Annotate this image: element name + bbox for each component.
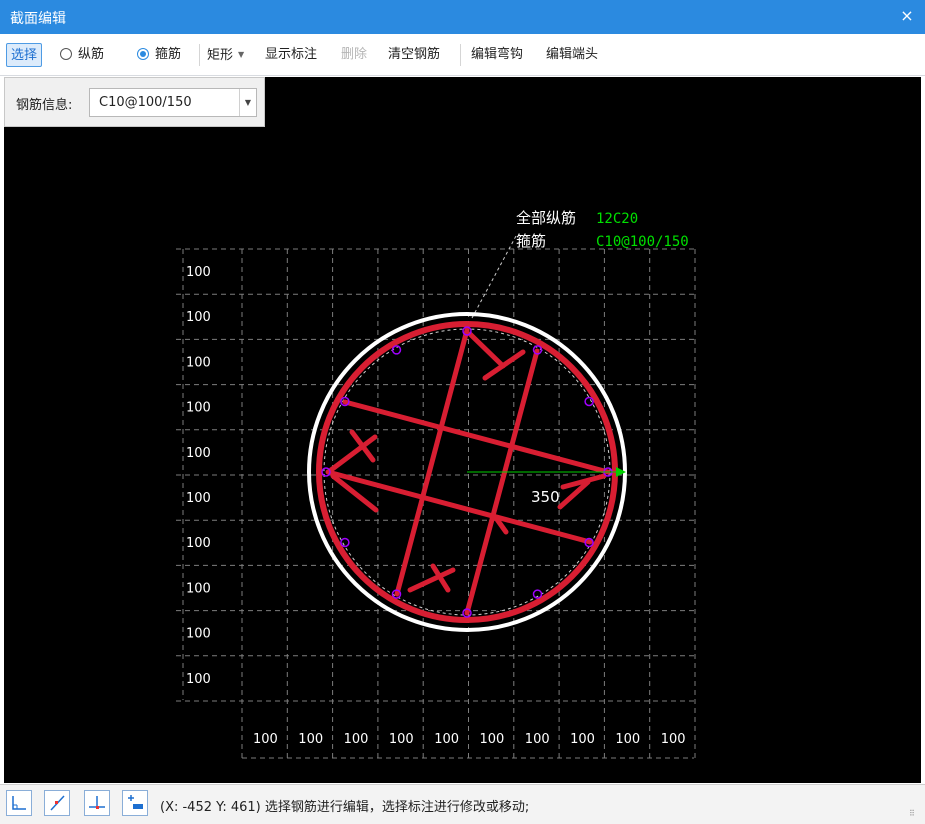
grid-scale-label-y: 100 [186, 446, 211, 461]
rebar-info-value[interactable]: C10@100/150 [99, 95, 192, 110]
grid-scale-label-y: 100 [186, 310, 211, 325]
orthogonal-icon[interactable] [6, 790, 32, 816]
grid-scale-label-x: 100 [298, 732, 323, 747]
leader-line [471, 235, 517, 319]
rect-dropdown[interactable]: 矩形 ▼ [207, 43, 244, 67]
drawing-canvas[interactable]: 100 100 100 100 100 100 100 100 100 100 100 100 100 1… [4, 77, 921, 783]
grid-scale-label-x: 100 [253, 732, 278, 747]
annotation-stirrup-label[interactable]: 箍筋 [516, 232, 546, 250]
grid-scale-label-y: 100 [186, 581, 211, 596]
grid-scale-label-y: 100 [186, 672, 211, 687]
toolbar-divider [460, 44, 461, 66]
grid-scale-label-x: 100 [344, 732, 369, 747]
select-button[interactable]: 选择 [6, 43, 43, 67]
edit-hook-button[interactable]: 编辑弯钩 [471, 43, 523, 67]
cursor-coordinates: (X: -452 Y: 461) [160, 800, 261, 815]
section-drawing[interactable]: 100 100 100 100 100 100 100 100 100 100 100 100 100 1… [4, 77, 921, 783]
grid-scale-label-y: 100 [186, 401, 211, 416]
resize-grip-icon[interactable]: ⠿ [909, 809, 919, 819]
grid-scale-label-x: 100 [615, 732, 640, 747]
grid-scale-label-x: 100 [434, 732, 459, 747]
status-message: (X: -452 Y: 461) 选择钢筋进行编辑，选择标注进行修改或移动; [160, 796, 529, 815]
add-dimension-icon[interactable] [122, 790, 148, 816]
chevron-down-icon[interactable]: ▼ [239, 89, 256, 116]
rect-label: 矩形 [207, 48, 234, 63]
stirrup-label: 箍筋 [155, 47, 182, 62]
status-hint: 选择钢筋进行编辑，选择标注进行修改或移动; [264, 800, 530, 815]
grid-scale-label-y: 100 [186, 627, 211, 642]
status-bar: (X: -452 Y: 461) 选择钢筋进行编辑，选择标注进行修改或移动; ⠿ [0, 784, 925, 824]
edit-end-button[interactable]: 编辑端头 [546, 43, 598, 67]
perpendicular-icon[interactable] [84, 790, 110, 816]
stirrup-radio[interactable]: 箍筋 [137, 43, 181, 67]
free-line-icon[interactable] [44, 790, 70, 816]
clear-rebar-button[interactable]: 清空钢筋 [388, 43, 440, 67]
grid-scale-label-x: 100 [661, 732, 686, 747]
chevron-down-icon: ▼ [238, 50, 245, 59]
grid-scale-label-y: 100 [186, 355, 211, 370]
window-title: 截面编辑 [10, 11, 66, 27]
grid-scale-label-x: 100 [525, 732, 550, 747]
grid-scale-label-y: 100 [186, 536, 211, 551]
grid-scale-label-y: 100 [186, 265, 211, 280]
annotation-stirrup-value[interactable]: C10@100/150 [596, 234, 689, 250]
radio-off-icon [60, 48, 72, 60]
radio-on-icon [137, 48, 149, 60]
rebar-info-label: 钢筋信息: [16, 98, 73, 113]
annotation-long-label[interactable]: 全部纵筋 [516, 209, 576, 227]
longitudinal-radio[interactable]: 纵筋 [60, 43, 104, 67]
longitudinal-label: 纵筋 [78, 47, 105, 62]
toolbar: 选择 纵筋 箍筋 矩形 ▼ 显示标注 删除 清空钢筋 编辑弯钩 编辑端头 [0, 34, 925, 76]
grid-scale-label-x: 100 [570, 732, 595, 747]
delete-button[interactable]: 删除 [341, 43, 367, 67]
grid-scale-label-x: 100 [480, 732, 505, 747]
rebar-info-select[interactable]: C10@100/150 ▼ [89, 88, 257, 117]
toolbar-divider [199, 44, 200, 66]
grid-scale-label-y: 100 [186, 491, 211, 506]
annotation-long-value[interactable]: 12C20 [596, 211, 638, 227]
close-icon[interactable]: × [897, 6, 917, 26]
show-dimension-button[interactable]: 显示标注 [265, 43, 317, 67]
title-bar: 截面编辑 × [0, 0, 925, 34]
radius-dimension-text[interactable]: 350 [531, 488, 560, 506]
rebar-info-panel: 钢筋信息: C10@100/150 ▼ [4, 77, 265, 127]
grid-scale-label-x: 100 [389, 732, 414, 747]
longitudinal-bar[interactable] [340, 537, 350, 548]
